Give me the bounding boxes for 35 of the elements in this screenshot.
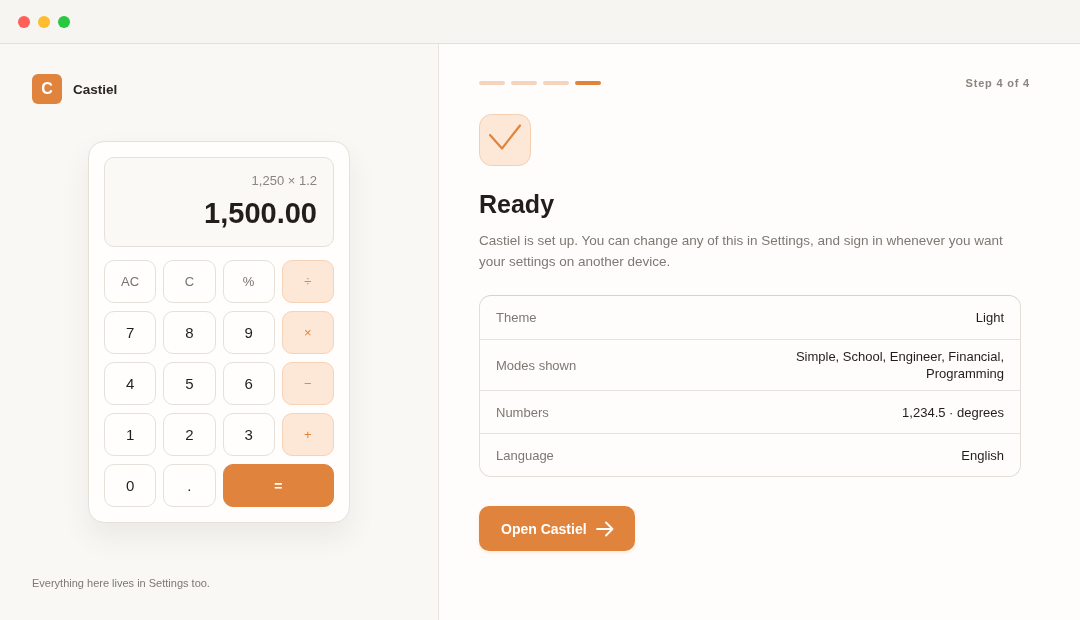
page-title: Ready: [479, 189, 555, 220]
calculator-key[interactable]: %: [222, 260, 275, 303]
setting-label: Theme: [496, 310, 537, 325]
arrow-right-icon: [595, 520, 614, 537]
calculator-key[interactable]: 1: [104, 413, 157, 456]
setting-label: Numbers: [496, 404, 549, 420]
setting-value: English: [961, 446, 1004, 464]
calculator-key[interactable]: 6: [222, 362, 275, 405]
calculator-key[interactable]: 9: [222, 311, 275, 354]
setting-label: Modes shown: [496, 357, 577, 373]
calculator-key[interactable]: 3: [222, 413, 275, 456]
calculator-key[interactable]: 0: [104, 464, 157, 507]
step-counter: Step 4 of 4: [965, 77, 1030, 89]
calculator-key[interactable]: AC: [104, 260, 157, 303]
setting-value: 1,234.5 · degrees: [902, 403, 1004, 421]
footer-note: Everything here lives in Settings too.: [32, 577, 210, 589]
calculator-key[interactable]: C: [163, 260, 216, 303]
expression-text: 1,250 × 1.2: [251, 173, 317, 189]
app-logo: C: [32, 74, 62, 104]
calculator-key[interactable]: 4: [104, 362, 157, 405]
app-name: Castiel: [73, 81, 118, 97]
description-text: Castiel is set up. You can change any of this in Settings, and sign in whenever you want your settings on another device.: [479, 232, 1004, 271]
setting-value: Light: [975, 309, 1004, 326]
check-icon: [479, 114, 531, 166]
calculator-key[interactable]: 7: [104, 311, 157, 354]
result-text: 1,500.00: [204, 196, 317, 231]
setting-label: Language: [496, 447, 554, 463]
maximize-button[interactable]: [58, 15, 70, 28]
setting-value: Simple, School, Engineer, Financial, Programming: [794, 348, 1004, 382]
calculator-key[interactable]: .: [163, 464, 216, 507]
close-button[interactable]: [18, 15, 30, 28]
minimize-button[interactable]: [38, 15, 50, 28]
calculator-key[interactable]: 2: [163, 413, 216, 456]
calculator-key[interactable]: 5: [163, 362, 216, 405]
calculator-key[interactable]: 8: [163, 311, 216, 354]
